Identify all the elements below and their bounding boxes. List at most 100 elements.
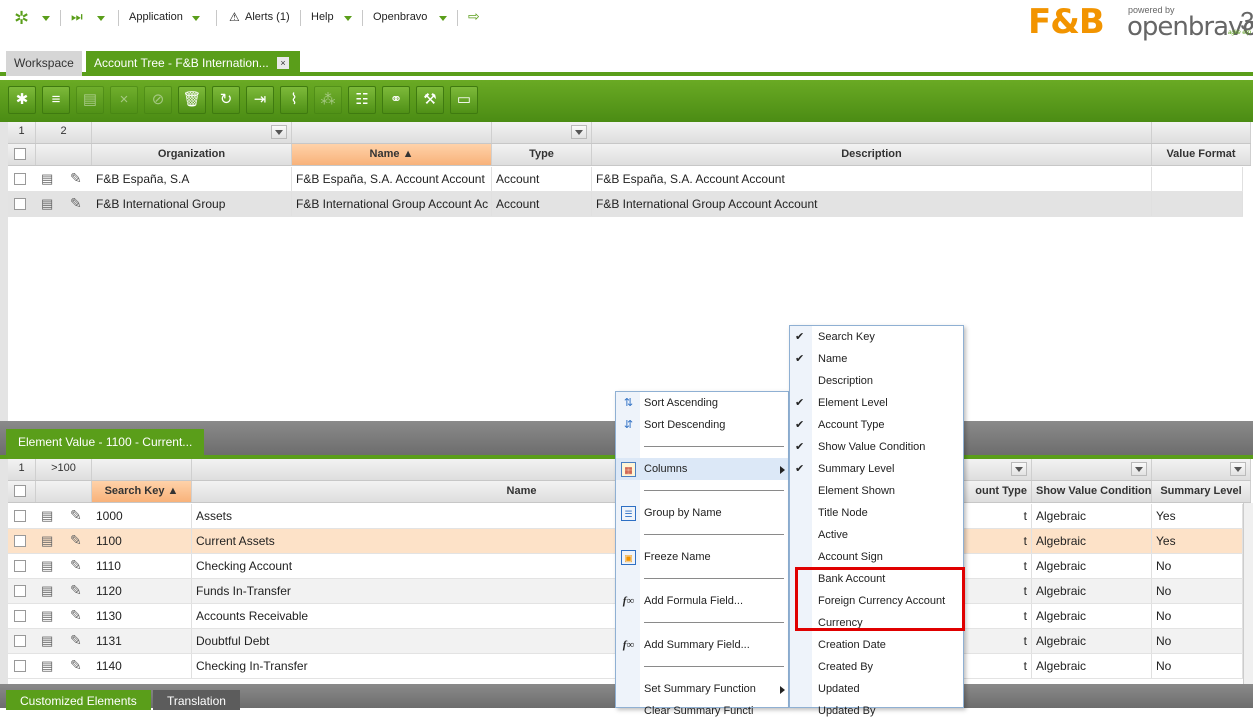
refresh-icon[interactable]: ↻ bbox=[212, 86, 240, 114]
column-toggle-show-value-condition[interactable]: ✔ Show Value Condition bbox=[790, 436, 963, 458]
menu-add-summary[interactable]: f∞ Add Summary Field... bbox=[616, 634, 788, 656]
help-menu[interactable]: Help bbox=[311, 11, 334, 23]
chevron-down-icon[interactable] bbox=[344, 16, 352, 21]
header-search-key[interactable]: Search Key ▲ bbox=[92, 481, 192, 502]
open-form-icon[interactable]: ▤ bbox=[41, 559, 53, 573]
header-show-value-condition[interactable]: Show Value Condition bbox=[1032, 481, 1152, 502]
row-checkbox[interactable] bbox=[14, 198, 26, 210]
chevron-down-icon[interactable] bbox=[192, 16, 200, 21]
filter-search-key[interactable] bbox=[92, 459, 192, 480]
new-row-icon[interactable]: ≡ bbox=[42, 86, 70, 114]
chevron-down-icon[interactable] bbox=[97, 16, 105, 21]
edit-pencil-icon[interactable]: ✎ bbox=[70, 507, 82, 523]
header-organization[interactable]: Organization bbox=[92, 144, 292, 165]
chevron-down-icon[interactable] bbox=[1131, 462, 1147, 476]
open-form-icon[interactable]: ▤ bbox=[41, 634, 53, 648]
edit-pencil-icon[interactable]: ✎ bbox=[70, 582, 82, 598]
open-form-icon[interactable]: ▤ bbox=[41, 584, 53, 598]
column-toggle-creation-date[interactable]: Creation Date bbox=[790, 634, 963, 656]
chevron-down-icon[interactable] bbox=[271, 125, 287, 139]
chevron-down-icon[interactable] bbox=[42, 16, 50, 21]
filter-description[interactable] bbox=[592, 122, 1152, 143]
column-toggle-created-by[interactable]: Created By bbox=[790, 656, 963, 678]
filter-summary-level[interactable] bbox=[1152, 459, 1251, 480]
open-form-icon[interactable]: ▤ bbox=[41, 172, 53, 186]
star-icon[interactable]: ✲ bbox=[14, 8, 29, 29]
column-toggle-active[interactable]: Active bbox=[790, 524, 963, 546]
menu-group-by[interactable]: ☰ Group by Name bbox=[616, 502, 788, 524]
tab-translation[interactable]: Translation bbox=[153, 690, 240, 710]
export-icon[interactable]: ⇥ bbox=[246, 86, 274, 114]
column-toggle-element-shown[interactable]: Element Shown bbox=[790, 480, 963, 502]
tools-icon[interactable]: ⚒ bbox=[416, 86, 444, 114]
tab-element-value[interactable]: Element Value - 1100 - Current... bbox=[6, 429, 205, 455]
close-icon[interactable]: × bbox=[277, 57, 289, 69]
alerts-link[interactable]: Alerts (1) bbox=[245, 11, 290, 23]
chevron-down-icon[interactable] bbox=[571, 125, 587, 139]
column-toggle-element-level[interactable]: ✔ Element Level bbox=[790, 392, 963, 414]
application-menu[interactable]: Application bbox=[129, 11, 183, 23]
chevron-down-icon[interactable] bbox=[439, 16, 447, 21]
open-form-icon[interactable]: ▤ bbox=[41, 609, 53, 623]
save-icon[interactable]: ▤ bbox=[76, 86, 104, 114]
link-icon[interactable]: ⚭ bbox=[382, 86, 410, 114]
row-checkbox[interactable] bbox=[14, 535, 26, 547]
audit-trail-icon[interactable]: ⁂ bbox=[314, 86, 342, 114]
save-close-icon[interactable]: × bbox=[110, 86, 138, 114]
header-value-format[interactable]: Value Format bbox=[1152, 144, 1251, 165]
row-checkbox[interactable] bbox=[14, 510, 26, 522]
new-document-icon[interactable]: ✱ bbox=[8, 86, 36, 114]
menu-add-formula[interactable]: f∞ Add Formula Field... bbox=[616, 590, 788, 612]
menu-set-summary-function[interactable]: Set Summary Function bbox=[616, 678, 788, 700]
filter-show-value-condition[interactable] bbox=[1032, 459, 1152, 480]
filter-name[interactable] bbox=[292, 122, 492, 143]
filter-value-format[interactable] bbox=[1152, 122, 1251, 143]
header-name[interactable]: Name ▲ bbox=[292, 144, 492, 165]
header-description[interactable]: Description bbox=[592, 144, 1152, 165]
attachment-icon[interactable]: ⌇ bbox=[280, 86, 308, 114]
chevron-down-icon[interactable] bbox=[1230, 462, 1246, 476]
row-checkbox[interactable] bbox=[14, 635, 26, 647]
menu-clear-summary-function[interactable]: Clear Summary Functi bbox=[616, 700, 788, 722]
tab-account-tree[interactable]: Account Tree - F&B Internation... × bbox=[86, 51, 300, 76]
edit-pencil-icon[interactable]: ✎ bbox=[70, 632, 82, 648]
undo-icon[interactable]: ⊘ bbox=[144, 86, 172, 114]
table-row[interactable]: ▤ ✎ F&B España, S.A F&B España, S.A. Accoun… bbox=[8, 167, 1243, 192]
open-form-icon[interactable]: ▤ bbox=[41, 509, 53, 523]
row-checkbox[interactable] bbox=[14, 560, 26, 572]
layout-icon[interactable]: ▭ bbox=[450, 86, 478, 114]
column-toggle-updated[interactable]: Updated bbox=[790, 678, 963, 700]
column-toggle-updated-by[interactable]: Updated By bbox=[790, 700, 963, 722]
column-toggle-title-node[interactable]: Title Node bbox=[790, 502, 963, 524]
fast-forward-icon[interactable]: ⏭ bbox=[71, 9, 83, 25]
filter-type[interactable] bbox=[492, 122, 592, 143]
menu-sort-ascending[interactable]: ⇅ Sort Ascending bbox=[616, 392, 788, 414]
edit-pencil-icon[interactable]: ✎ bbox=[70, 195, 82, 211]
column-toggle-account-sign[interactable]: Account Sign bbox=[790, 546, 963, 568]
open-form-icon[interactable]: ▤ bbox=[41, 534, 53, 548]
row-checkbox[interactable] bbox=[14, 585, 26, 597]
vertical-scrollbar[interactable] bbox=[1243, 503, 1253, 684]
menu-sort-descending[interactable]: ⇵ Sort Descending bbox=[616, 414, 788, 436]
select-all-checkbox[interactable] bbox=[14, 485, 26, 497]
delete-icon[interactable]: 🗑 bbox=[178, 86, 206, 114]
table-row[interactable]: ▤ ✎ F&B International Group F&B Internation… bbox=[8, 192, 1243, 217]
menu-freeze[interactable]: ▣ Freeze Name bbox=[616, 546, 788, 568]
tab-workspace[interactable]: Workspace bbox=[6, 51, 82, 76]
column-toggle-description[interactable]: Description bbox=[790, 370, 963, 392]
column-toggle-summary-level[interactable]: ✔ Summary Level bbox=[790, 458, 963, 480]
column-toggle-account-type[interactable]: ✔ Account Type bbox=[790, 414, 963, 436]
select-all-cell[interactable] bbox=[8, 481, 36, 502]
openbravo-menu[interactable]: Openbravo bbox=[373, 11, 427, 23]
edit-pencil-icon[interactable]: ✎ bbox=[70, 557, 82, 573]
edit-pencil-icon[interactable]: ✎ bbox=[70, 657, 82, 673]
tab-customized-elements[interactable]: Customized Elements bbox=[6, 690, 151, 710]
header-summary-level[interactable]: Summary Level bbox=[1152, 481, 1251, 502]
edit-pencil-icon[interactable]: ✎ bbox=[70, 170, 82, 186]
row-checkbox[interactable] bbox=[14, 610, 26, 622]
row-checkbox[interactable] bbox=[14, 173, 26, 185]
select-all-checkbox[interactable] bbox=[14, 148, 26, 160]
filter-organization[interactable] bbox=[92, 122, 292, 143]
select-all-cell[interactable] bbox=[8, 144, 36, 165]
logout-icon[interactable]: ⇨ bbox=[468, 8, 480, 25]
